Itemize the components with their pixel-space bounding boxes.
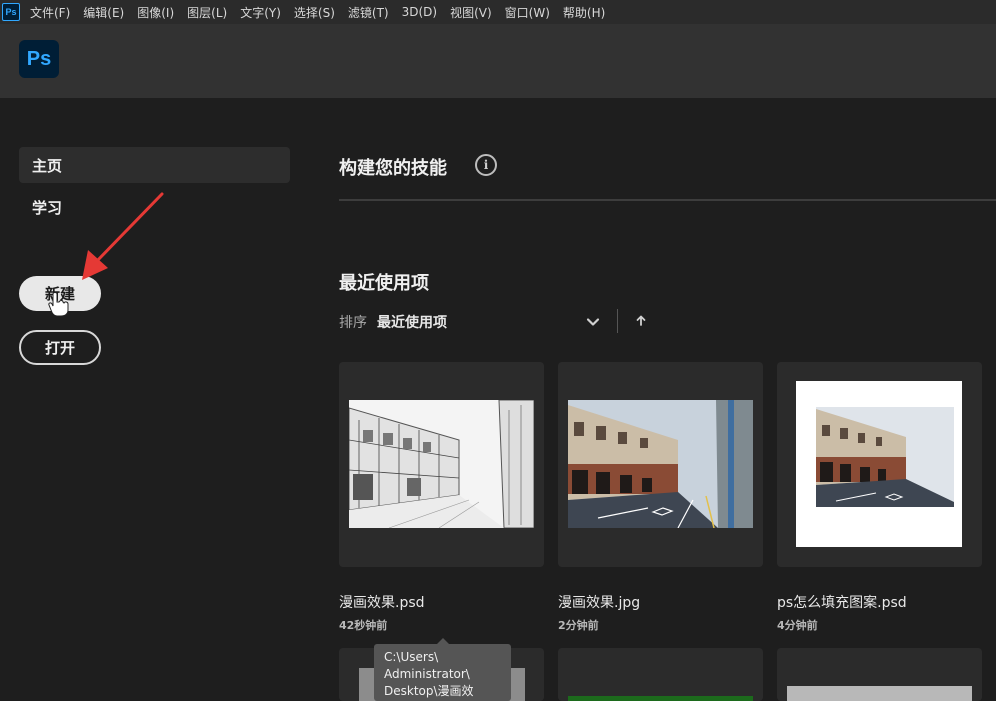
sort-control[interactable]: 排序 最近使用项	[339, 312, 447, 332]
menu-layer[interactable]: 图层(L)	[187, 4, 227, 21]
chevron-down-icon[interactable]	[585, 314, 601, 330]
file-thumbnail	[568, 696, 753, 701]
recent-file-card[interactable]	[558, 362, 763, 567]
sort-value[interactable]: 最近使用项	[377, 312, 447, 332]
skills-title: 构建您的技能	[339, 158, 447, 179]
file-name[interactable]: 漫画效果.jpg	[558, 592, 640, 612]
menu-edit[interactable]: 编辑(E)	[83, 4, 124, 21]
file-time: 42秒钟前	[339, 619, 388, 632]
file-thumbnail	[787, 686, 972, 701]
menu-bar: Ps 文件(F) 编辑(E) 图像(I) 图层(L) 文字(Y) 选择(S) 滤…	[0, 0, 996, 24]
section-divider	[339, 199, 996, 201]
menu-view[interactable]: 视图(V)	[450, 4, 492, 21]
sidebar-item-learn[interactable]: 学习	[19, 189, 290, 225]
sidebar-item-home[interactable]: 主页	[19, 147, 290, 183]
menu-image[interactable]: 图像(I)	[137, 4, 174, 21]
info-icon[interactable]: i	[475, 154, 497, 176]
file-thumbnail	[796, 381, 962, 547]
recent-file-card[interactable]	[777, 648, 982, 701]
recent-title: 最近使用项	[339, 273, 429, 294]
file-path-tooltip: C:\Users\ Administrator\ Desktop\漫画效	[374, 644, 511, 701]
tooltip-line: Administrator\	[384, 667, 470, 681]
sort-separator	[617, 309, 618, 333]
file-time: 2分钟前	[558, 619, 599, 632]
tooltip-line: Desktop\漫画效	[384, 684, 474, 698]
sort-ascending-icon[interactable]	[634, 313, 648, 329]
new-file-button[interactable]: 新建	[19, 276, 101, 311]
file-name[interactable]: 漫画效果.psd	[339, 592, 425, 612]
menu-select[interactable]: 选择(S)	[294, 4, 335, 21]
menu-filter[interactable]: 滤镜(T)	[348, 4, 389, 21]
recent-file-card[interactable]	[339, 362, 544, 567]
menu-help[interactable]: 帮助(H)	[563, 4, 605, 21]
file-time: 4分钟前	[777, 619, 818, 632]
tooltip-line: C:\Users\	[384, 650, 439, 664]
menu-window[interactable]: 窗口(W)	[505, 4, 550, 21]
file-name[interactable]: ps怎么填充图案.psd	[777, 592, 907, 612]
menu-3d[interactable]: 3D(D)	[402, 5, 437, 19]
file-thumbnail	[568, 400, 753, 528]
file-thumbnail	[349, 400, 534, 528]
menu-file[interactable]: 文件(F)	[30, 4, 70, 21]
photoshop-app-icon[interactable]: Ps	[2, 3, 20, 21]
menu-type[interactable]: 文字(Y)	[240, 4, 281, 21]
home-header: Ps	[0, 24, 996, 98]
open-file-button[interactable]: 打开	[19, 330, 101, 365]
sort-label: 排序	[339, 315, 367, 331]
recent-file-card[interactable]	[777, 362, 982, 567]
photoshop-logo: Ps	[19, 40, 59, 78]
recent-file-card[interactable]	[558, 648, 763, 701]
